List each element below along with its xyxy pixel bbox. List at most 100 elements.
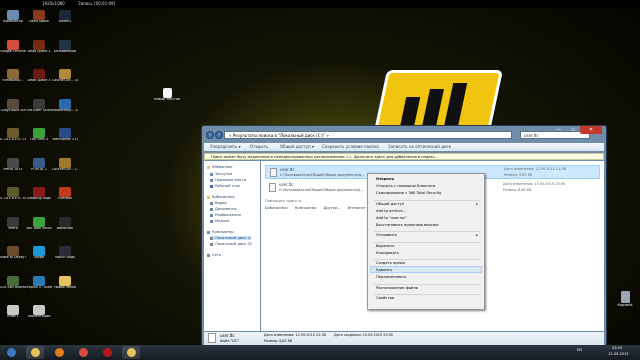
media-player-taskbar[interactable]	[50, 346, 68, 359]
context-menu-item[interactable]: Восстановить прежнюю версию	[376, 223, 438, 227]
close-button[interactable]: ✕	[580, 126, 602, 134]
desktop-icon-label: Bandicam	[56, 226, 74, 230]
context-menu-item[interactable]: Свойства	[376, 296, 394, 300]
desktop-icon[interactable]: Dead Space	[26, 10, 52, 32]
start-button[interactable]	[2, 346, 20, 359]
context-menu-item[interactable]: Открыть с помощью Блокнота	[376, 184, 435, 188]
desktop-icon[interactable]: RimWorld0...	[0, 69, 26, 91]
nav-item-icon	[210, 172, 213, 176]
desktop-icon[interactable]: 7DaysToDie Survive	[0, 98, 26, 121]
search-again-libraries[interactable]: Библиотеки	[265, 206, 288, 210]
desktop-icon[interactable]: PORTAL 2	[26, 157, 52, 180]
desktop-icon[interactable]: TeamSpeak 3 Client	[52, 128, 78, 150]
context-menu-item[interactable]: Вырезать	[376, 244, 395, 248]
app-icon	[33, 246, 45, 256]
desktop-icon[interactable]: Безымянный	[52, 39, 78, 62]
desktop-icon[interactable]: Tropico 5 - Steam Sp...	[26, 275, 52, 298]
organize-button[interactable]: Упорядочить ▾	[210, 143, 241, 151]
nav-item[interactable]: Локальный диск (C	[210, 236, 252, 240]
explorer-taskbar[interactable]	[26, 346, 44, 359]
maximize-button[interactable]: ▫	[566, 126, 580, 134]
app-icon	[59, 128, 71, 138]
context-menu-item[interactable]: Add to archive...	[376, 209, 406, 213]
desktop-icon[interactable]: S.T.A.L.K.E.R. Shadow...	[0, 187, 26, 209]
desktop-icon[interactable]: Counter-Str... Global Offe...	[52, 69, 78, 91]
recycle-bin[interactable]: Корзина	[614, 291, 636, 307]
desktop-icon[interactable]: Новая папка	[52, 275, 78, 298]
desktop-icon[interactable]: Metro 2033	[0, 157, 26, 180]
desktop-icon[interactable]: презентации	[26, 305, 52, 327]
desktop-icon[interactable]: Watch Dogs	[52, 246, 78, 268]
nav-item[interactable]: Музыка	[210, 219, 229, 223]
recycle-bin-icon	[620, 291, 630, 303]
context-menu-item[interactable]: Общий доступ	[376, 202, 404, 206]
nav-item[interactable]: Компьютер	[207, 230, 234, 234]
search-again-other[interactable]: Другое...	[324, 206, 341, 210]
desktop-icon[interactable]: Bandicam	[52, 216, 78, 239]
context-menu-item[interactable]: Создать ярлык	[376, 261, 405, 265]
nav-item[interactable]: Документы	[210, 207, 237, 211]
desktop-icon-label: Tropico 5 - Steam Sp...	[26, 285, 52, 289]
desktop-icon[interactable]: S.T.A.L.K.E.R. Call of Pri...	[0, 128, 26, 150]
open-button[interactable]: Открыть	[250, 143, 268, 151]
back-arrow-icon[interactable]: ‹	[206, 131, 214, 139]
desktop-icon[interactable]: GTA San Andreas	[0, 275, 26, 298]
context-menu-item[interactable]: Add to "user.rar"	[376, 216, 407, 220]
desktop-icon[interactable]: Overwolf	[52, 187, 78, 209]
nav-item[interactable]: Недавние места	[210, 178, 246, 182]
desktop-icon[interactable]: Google Chrome	[0, 39, 26, 62]
result-size: Размер: 8,46 КБ	[503, 188, 532, 192]
desktop-icon[interactable]: Dead Space 3	[26, 69, 52, 91]
context-menu-item[interactable]: Отправить	[376, 233, 397, 237]
minimize-button[interactable]: —	[552, 126, 566, 134]
clock-date[interactable]: 12.09.2015	[608, 352, 629, 356]
nav-item[interactable]: Библиотеки	[207, 195, 235, 199]
nav-item-label: Изображения	[215, 213, 241, 217]
desktop-icon[interactable]: MalwareByt... Anti-Malware	[52, 98, 78, 121]
nav-item[interactable]: Сеть	[207, 253, 221, 257]
context-menu-item[interactable]: Удалить	[376, 268, 392, 272]
desktop-icon[interactable]: Skype	[26, 246, 52, 268]
bandicam-taskbar[interactable]	[98, 346, 116, 359]
search-again-computer[interactable]: Компьютер	[295, 206, 317, 210]
nav-item[interactable]: Загрузки	[210, 172, 232, 176]
context-menu-item[interactable]: Открыть	[376, 177, 394, 181]
nav-item[interactable]: Видео	[210, 201, 227, 205]
share-button[interactable]: Общий доступ ▾	[280, 143, 314, 151]
desktop-icon[interactable]: State of Decay Ob...	[0, 246, 26, 268]
index-infobar[interactable]: Поиск может быть медленным в неиндексиро…	[204, 153, 604, 160]
nav-item[interactable]: Рабочий стол	[210, 184, 240, 188]
desktop-icon[interactable]: The Elder Scrolls 5 Sk...	[26, 98, 52, 121]
chrome-taskbar[interactable]	[74, 346, 92, 359]
context-menu-item[interactable]: Переименовать	[376, 275, 407, 279]
nav-item-label: Загрузки	[215, 172, 233, 176]
desktop-icon[interactable]: Counter-Str... 1.6	[52, 157, 78, 180]
address-bar[interactable]: « Результаты поиска в "Локальный диск (C…	[224, 131, 512, 139]
save-search-button[interactable]: Сохранить условия поиска	[322, 143, 379, 151]
folder-taskbar-icon	[126, 348, 136, 357]
desktop-icon[interactable]: стим 1	[0, 305, 26, 327]
desktop-icon[interactable]: Dead Space 2	[26, 39, 52, 62]
context-menu-item[interactable]: Расположение файла	[376, 286, 418, 290]
desktop-icon[interactable]: steam2	[52, 10, 78, 32]
nav-item[interactable]: Локальный диск (D	[210, 242, 252, 246]
desktop-icon[interactable]: Компьютер	[0, 10, 26, 32]
recycle-bin-label: Корзина	[617, 303, 633, 307]
nav-item[interactable]: Изображения	[210, 213, 241, 217]
desktop-text-file[interactable]: Новый текстов...	[154, 88, 180, 110]
desktop-icon[interactable]: Metro	[0, 216, 26, 239]
forward-arrow-icon[interactable]: ›	[215, 131, 223, 139]
burn-button[interactable]: Записать на оптический диск	[388, 143, 451, 151]
context-menu: Открыть Открыть с помощью Блокнота Сканиро…	[367, 173, 485, 310]
context-menu-item[interactable]: Копировать	[376, 251, 399, 255]
clock-time[interactable]: 23:25	[612, 346, 622, 350]
search-again-internet[interactable]: Интернет	[348, 206, 366, 210]
desktop-icon[interactable]: The Sims 3	[26, 128, 52, 150]
context-menu-item[interactable]: Сканирование с 360 Total Security	[376, 191, 441, 195]
folder-taskbar[interactable]	[122, 346, 140, 359]
desktop-icon[interactable]: Sleeping Dogs	[26, 187, 52, 209]
desktop-icon[interactable]: 360 Total Security	[26, 216, 52, 239]
language-indicator[interactable]: EN	[577, 348, 582, 352]
nav-item[interactable]: Избранное	[207, 165, 232, 169]
nav-item-icon	[210, 219, 213, 223]
